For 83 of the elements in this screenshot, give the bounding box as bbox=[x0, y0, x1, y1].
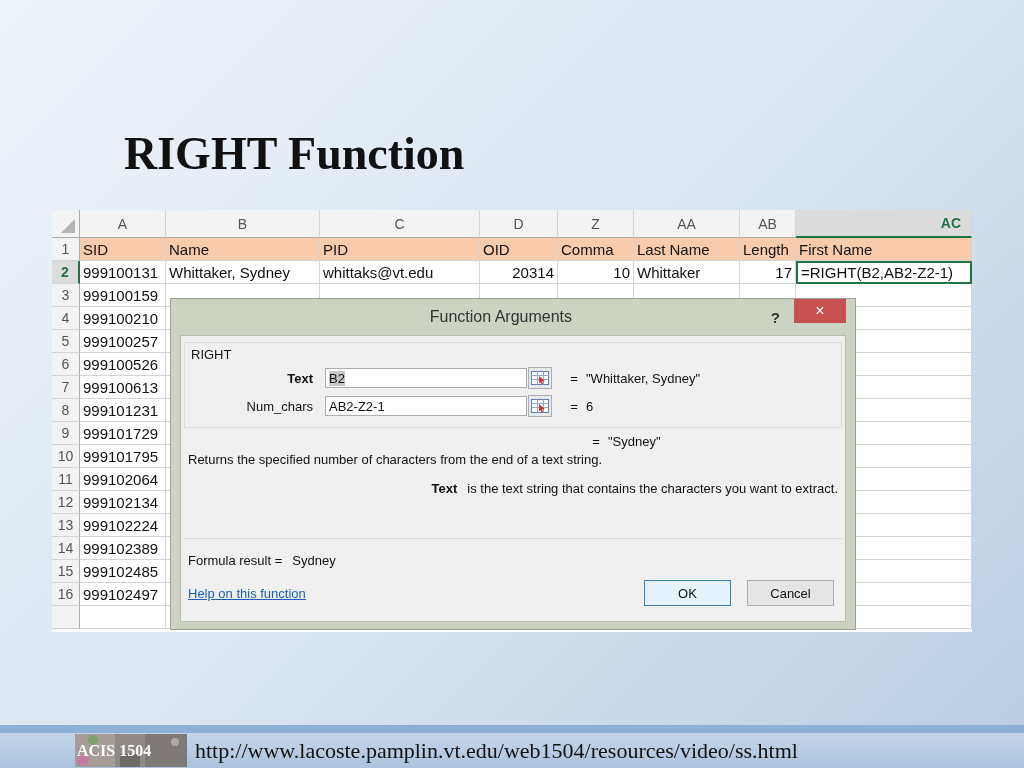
table-cell: 999102134 bbox=[80, 491, 166, 514]
table-cell: 999101729 bbox=[80, 422, 166, 445]
row-header[interactable]: 4 bbox=[52, 307, 80, 330]
row-header[interactable]: 2 bbox=[52, 261, 80, 284]
dialog-title: Function Arguments bbox=[428, 308, 574, 326]
equals-sign: = bbox=[569, 370, 579, 386]
column-header[interactable]: AC bbox=[796, 210, 972, 238]
collapse-dialog-button[interactable] bbox=[528, 395, 552, 417]
row-header[interactable]: 3 bbox=[52, 284, 80, 307]
row-header[interactable]: 15 bbox=[52, 560, 80, 583]
argument-label: Text bbox=[286, 370, 314, 386]
range-select-icon bbox=[531, 399, 549, 413]
column-title-cell: Length bbox=[740, 238, 796, 261]
column-header[interactable]: D bbox=[480, 210, 558, 238]
slide-title: RIGHT Function bbox=[124, 127, 465, 181]
table-cell: 999100257 bbox=[80, 330, 166, 353]
table-cell: 999102497 bbox=[80, 583, 166, 606]
table-cell: 999101231 bbox=[80, 399, 166, 422]
argument-name: Text bbox=[431, 481, 458, 496]
equals-sign: = bbox=[569, 398, 579, 414]
table-cell: 999100210 bbox=[80, 307, 166, 330]
collapse-dialog-button[interactable] bbox=[528, 367, 552, 389]
row-header[interactable]: 14 bbox=[52, 537, 80, 560]
row-header[interactable]: 5 bbox=[52, 330, 80, 353]
column-title-cell: First Name bbox=[796, 238, 972, 261]
column-title-cell: OID bbox=[480, 238, 558, 261]
range-select-icon bbox=[531, 371, 549, 385]
argument-description: is the text string that contains the characters you want to extract. bbox=[467, 481, 838, 496]
dialog-button[interactable]: Cancel bbox=[747, 580, 834, 606]
function-name: RIGHT bbox=[191, 347, 232, 362]
row-header[interactable]: 1 bbox=[52, 238, 80, 261]
column-title-cell: Comma bbox=[558, 238, 634, 261]
column-header[interactable]: AB bbox=[740, 210, 796, 238]
formula-result-value: Sydney bbox=[292, 553, 336, 568]
row-header[interactable]: 10 bbox=[52, 445, 80, 468]
course-logo-text: ACIS 1504 bbox=[77, 742, 152, 760]
table-cell: 999100526 bbox=[80, 353, 166, 376]
argument-field[interactable]: AB2-Z2-1 bbox=[325, 396, 527, 416]
column-title-cell: PID bbox=[320, 238, 480, 261]
column-header[interactable]: B bbox=[166, 210, 320, 238]
row-header[interactable]: 16 bbox=[52, 583, 80, 606]
table-cell: Whittaker, Sydney bbox=[166, 261, 320, 284]
table-cell: 20314 bbox=[480, 261, 558, 284]
column-title-cell: SID bbox=[80, 238, 166, 261]
table-cell: 999102224 bbox=[80, 514, 166, 537]
row-header[interactable]: 13 bbox=[52, 514, 80, 537]
argument-result: 6 bbox=[586, 398, 594, 414]
table-cell: 999100131 bbox=[80, 261, 166, 284]
row-header[interactable]: 12 bbox=[52, 491, 80, 514]
table-cell: 999102389 bbox=[80, 537, 166, 560]
row-header[interactable]: 11 bbox=[52, 468, 80, 491]
function-description: Returns the specified number of characters from the end of a text string. bbox=[188, 452, 604, 467]
argument-label: Num_chars bbox=[245, 398, 314, 414]
column-header[interactable]: AA bbox=[634, 210, 740, 238]
close-button[interactable]: × bbox=[794, 299, 846, 323]
active-cell: =RIGHT(B2,AB2-Z2-1) bbox=[796, 261, 972, 284]
url-text: http://www.lacoste.pamplin.vt.edu/web1504/resources/video/ss.html bbox=[195, 737, 798, 764]
row-header[interactable]: 8 bbox=[52, 399, 80, 422]
formula-result-label: Formula result = bbox=[188, 553, 283, 568]
argument-result: "Whittaker, Sydney" bbox=[586, 370, 700, 386]
dialog-button[interactable]: OK bbox=[644, 580, 731, 606]
row-header[interactable]: 6 bbox=[52, 353, 80, 376]
column-header[interactable]: A bbox=[80, 210, 166, 238]
table-cell: 10 bbox=[558, 261, 634, 284]
column-title-cell: Last Name bbox=[634, 238, 740, 261]
equals-sign: = bbox=[591, 434, 601, 450]
help-button[interactable]: ? bbox=[770, 308, 780, 326]
table-cell: 17 bbox=[740, 261, 796, 284]
row-header[interactable]: 9 bbox=[52, 422, 80, 445]
function-result: "Sydney" bbox=[608, 434, 661, 450]
table-cell: 999100159 bbox=[80, 284, 166, 307]
table-cell: 999100613 bbox=[80, 376, 166, 399]
column-header[interactable]: C bbox=[320, 210, 480, 238]
table-cell: Whittaker bbox=[634, 261, 740, 284]
argument-field[interactable]: B2 bbox=[325, 368, 527, 388]
table-cell: 999102485 bbox=[80, 560, 166, 583]
column-title-cell: Name bbox=[166, 238, 320, 261]
table-cell: whittaks@vt.edu bbox=[320, 261, 480, 284]
column-header[interactable]: Z bbox=[558, 210, 634, 238]
table-cell: 999102064 bbox=[80, 468, 166, 491]
table-cell: 999101795 bbox=[80, 445, 166, 468]
help-link[interactable]: Help on this function bbox=[188, 585, 306, 601]
row-header[interactable]: 7 bbox=[52, 376, 80, 399]
